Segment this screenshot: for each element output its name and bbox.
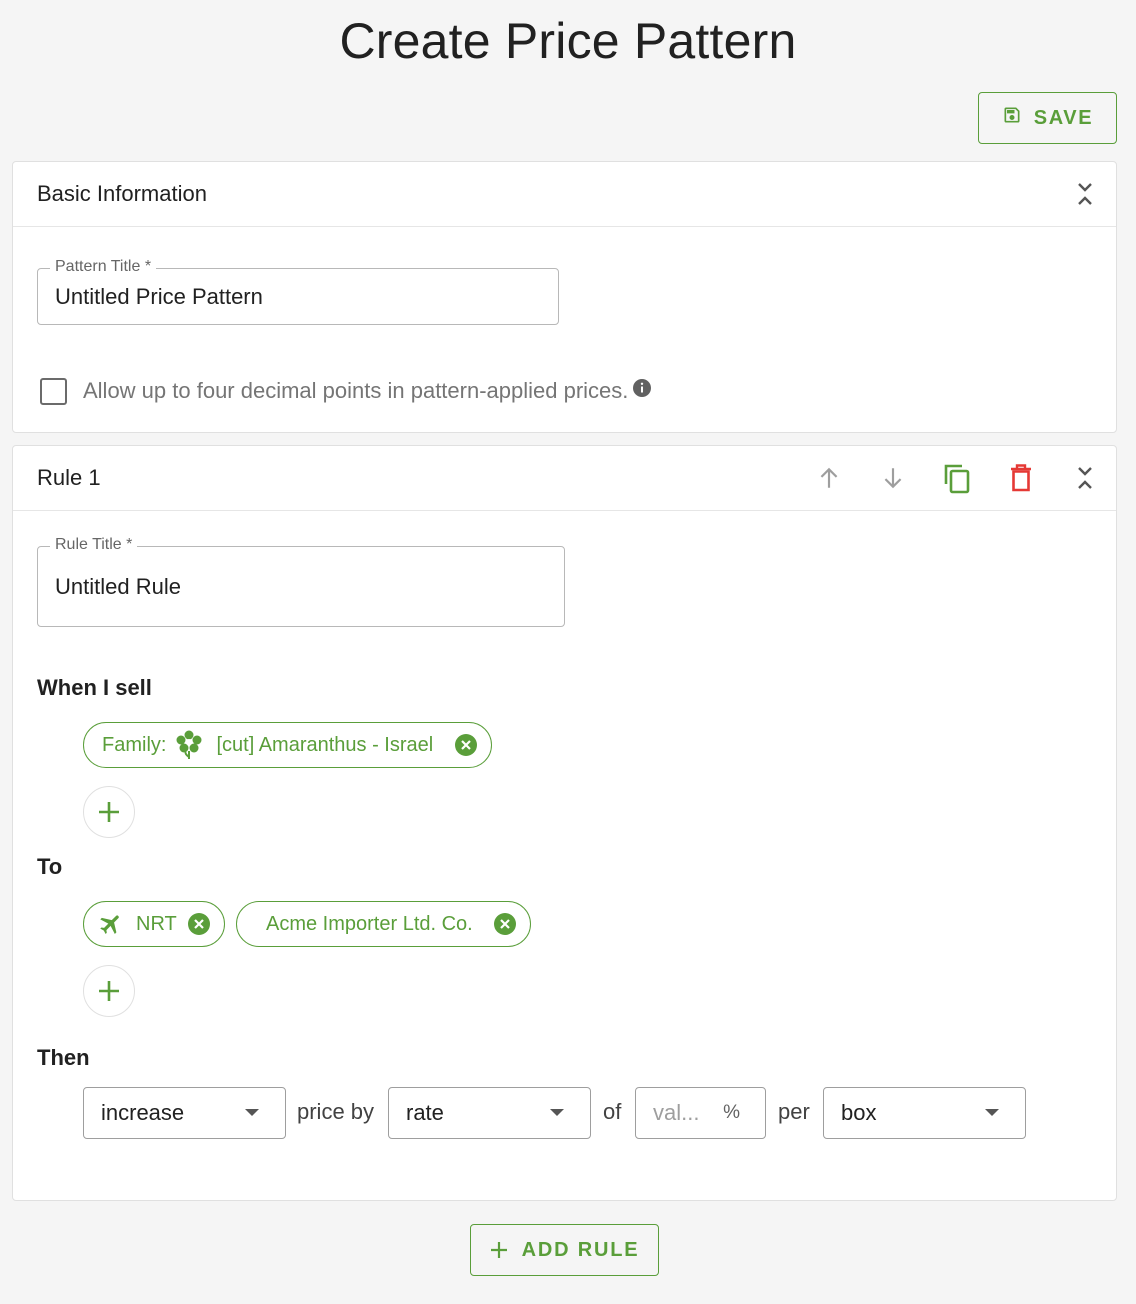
chevron-down-icon	[245, 1109, 259, 1116]
collapse-icon[interactable]	[1067, 176, 1103, 212]
remove-chip-icon[interactable]	[494, 913, 516, 935]
chevron-down-icon	[985, 1109, 999, 1116]
chevron-down-icon	[550, 1109, 564, 1116]
per-text: per	[778, 1099, 810, 1124]
move-up-icon[interactable]	[811, 460, 847, 496]
basic-information-card: Basic Information Pattern Title * Untitl…	[12, 161, 1117, 433]
move-down-icon[interactable]	[875, 460, 911, 496]
basic-information-title: Basic Information	[37, 181, 207, 206]
add-rule-button[interactable]: ADD RULE	[470, 1224, 659, 1276]
of-text: of	[603, 1099, 622, 1124]
airplane-icon	[98, 911, 124, 937]
duplicate-icon[interactable]	[939, 460, 975, 496]
method-select-value: rate	[406, 1100, 444, 1125]
flower-icon	[176, 730, 202, 760]
nrt-chip-label: NRT	[136, 912, 177, 935]
plus-icon	[99, 802, 119, 822]
collapse-icon[interactable]	[1067, 460, 1103, 496]
to-label: To	[37, 854, 63, 879]
basic-information-header: Basic Information	[13, 162, 1116, 227]
save-button[interactable]: SAVE	[978, 92, 1117, 144]
nrt-chip[interactable]: NRT	[83, 901, 225, 947]
pattern-title-field[interactable]: Pattern Title * Untitled Price Pattern	[37, 258, 559, 325]
unit-select-value: box	[841, 1100, 877, 1125]
save-button-label: SAVE	[1033, 106, 1094, 129]
rule-card: Rule 1 Rule Title * Untitled Rule When I…	[12, 445, 1117, 1201]
rule-title-label: Rule Title *	[50, 536, 138, 554]
rule-title-value: Untitled Rule	[55, 574, 181, 599]
rule-title-field[interactable]: Rule Title * Untitled Rule	[37, 536, 565, 627]
pattern-title-label: Pattern Title *	[50, 258, 157, 276]
unit-select[interactable]: box	[823, 1087, 1026, 1139]
family-chip-label: [cut] Amaranthus - Israel	[216, 733, 434, 756]
family-chip-prefix: Family:	[102, 733, 167, 756]
add-destination-button[interactable]	[83, 965, 135, 1017]
rule-title-heading: Rule 1	[37, 465, 101, 490]
importer-chip-label: Acme Importer Ltd. Co.	[266, 912, 473, 935]
importer-chip[interactable]: Acme Importer Ltd. Co.	[236, 901, 531, 947]
family-chip[interactable]: Family: [cut] Amaranthus - Israel	[83, 722, 492, 768]
remove-chip-icon[interactable]	[455, 734, 477, 756]
value-unit: %	[723, 1102, 740, 1123]
add-rule-label: ADD RULE	[521, 1238, 640, 1261]
add-product-button[interactable]	[83, 786, 135, 838]
decimal-points-label: Allow up to four decimal points in patte…	[83, 378, 629, 403]
delete-icon[interactable]	[1003, 460, 1039, 496]
when-i-sell-label: When I sell	[37, 675, 152, 700]
value-input-placeholder: val...	[653, 1100, 700, 1125]
decimal-points-checkbox[interactable]	[40, 378, 67, 405]
action-select-value: increase	[101, 1100, 185, 1125]
decimal-points-label-row: Allow up to four decimal points in patte…	[83, 378, 652, 404]
value-input[interactable]: val... %	[635, 1087, 766, 1139]
remove-chip-icon[interactable]	[188, 913, 210, 935]
floppy-disk-icon	[1002, 105, 1022, 131]
rule-header: Rule 1	[13, 446, 1116, 511]
plus-icon	[490, 1242, 507, 1258]
page-title: Create Price Pattern	[339, 13, 797, 69]
info-icon[interactable]	[632, 378, 652, 404]
plus-icon	[99, 981, 119, 1001]
price-by-text: price by	[297, 1099, 375, 1124]
method-select[interactable]: rate	[388, 1087, 591, 1139]
action-select[interactable]: increase	[83, 1087, 286, 1139]
pattern-title-value: Untitled Price Pattern	[55, 284, 263, 309]
then-label: Then	[37, 1045, 90, 1070]
